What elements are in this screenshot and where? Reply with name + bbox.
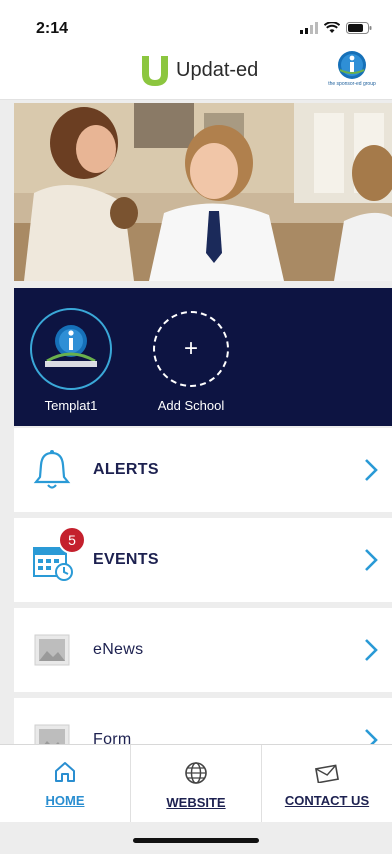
sponsor-ed-logo-icon (338, 51, 366, 79)
tab-contact-us[interactable]: CONTACT US (262, 745, 392, 822)
school-name: Templat1 (44, 398, 98, 413)
status-time: 2:14 (36, 20, 69, 37)
menu-item-enews[interactable]: eNews (14, 608, 392, 692)
add-school-button[interactable]: + Add School (146, 308, 236, 413)
partner-logo: the sponsor-ed group (324, 50, 380, 87)
status-icons (300, 22, 372, 34)
sponsor-ed-logo-icon (45, 325, 97, 367)
menu-label: ALERTS (93, 461, 159, 478)
plus-icon: + (183, 335, 198, 362)
add-school-circle: + (153, 311, 229, 387)
classroom-photo (14, 103, 392, 281)
home-indicator[interactable] (133, 838, 259, 843)
updat-ed-logo-icon (142, 56, 168, 86)
partner-name: the sponsor-ed group (328, 81, 376, 87)
brand-name: Updat-ed (176, 58, 259, 81)
tab-label: HOME (45, 793, 85, 808)
schools-panel: Templat1 + Add School (14, 288, 392, 426)
status-bar: 2:14 (0, 0, 392, 44)
menu-item-alerts[interactable]: ALERTS (14, 428, 392, 512)
globe-icon (185, 762, 207, 784)
chevron-right-icon (365, 729, 378, 744)
hero-image (14, 103, 392, 281)
school-logo (30, 308, 112, 390)
signal-icon (300, 22, 318, 34)
image-icon (28, 626, 76, 674)
wifi-icon (324, 22, 340, 33)
brand-logo: Updat-ed (138, 50, 258, 90)
menu-item-form[interactable]: Form (14, 698, 392, 744)
bottom-tab-bar: HOME WEBSITE CONTACT US (0, 744, 392, 822)
menu-label: eNews (93, 641, 144, 658)
app-header: Updat-ed the sponsor-ed group (0, 44, 392, 100)
tab-website[interactable]: WEBSITE (131, 745, 262, 822)
menu-list: ALERTS 5 EVENTS eNews Form (14, 428, 392, 744)
add-school-label: Add School (157, 398, 225, 413)
home-indicator-area (0, 822, 392, 854)
chevron-right-icon (365, 459, 378, 481)
menu-item-events[interactable]: 5 EVENTS (14, 518, 392, 602)
school-templat1[interactable]: Templat1 (26, 308, 116, 413)
events-count-badge: 5 (58, 526, 86, 554)
menu-label: EVENTS (93, 551, 159, 568)
tab-label: WEBSITE (166, 795, 226, 810)
chevron-right-icon (365, 549, 378, 571)
home-icon (55, 762, 75, 782)
chevron-right-icon (365, 639, 378, 661)
image-icon (28, 716, 76, 744)
menu-label: Form (93, 731, 132, 744)
envelope-icon (315, 764, 339, 783)
tab-home[interactable]: HOME (0, 745, 131, 822)
tab-label: CONTACT US (284, 793, 370, 808)
battery-icon (346, 22, 372, 34)
bell-icon (28, 446, 76, 494)
